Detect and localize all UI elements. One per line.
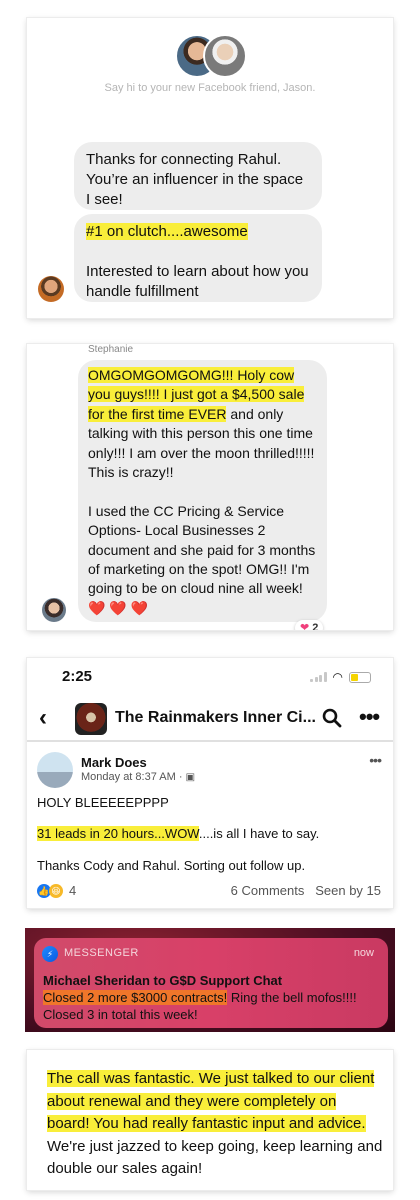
sender-avatar[interactable] <box>42 598 66 622</box>
reaction-count: 4 <box>69 883 77 898</box>
facebook-group-post-card: 2:25 ◠ ‹ The Rainmakers Inner Ci... ••• … <box>27 658 393 908</box>
group-audience-icon: ▣ <box>185 772 196 783</box>
messenger-chat-card-1: Say hi to your new Facebook friend, Jaso… <box>27 18 393 318</box>
notification-body: Closed 2 more $3000 contracts! Ring the … <box>43 989 383 1023</box>
haha-icon: 😆 <box>49 883 63 898</box>
notification-time: now <box>353 947 374 959</box>
post-author[interactable]: Mark Does <box>81 755 147 770</box>
testimonial-rest: We're just jazzed to keep going, keep le… <box>47 1137 383 1178</box>
avatar[interactable] <box>203 34 247 78</box>
seen-by-link[interactable]: Seen by 15 <box>315 883 381 898</box>
avatar[interactable] <box>37 752 73 788</box>
highlighted-text: Closed 2 more $3000 contracts! <box>43 990 228 1005</box>
post-options-icon[interactable]: ••• <box>369 752 382 768</box>
status-time: 2:25 <box>62 668 93 685</box>
group-header: ‹ The Rainmakers Inner Ci... ••• <box>27 702 393 738</box>
messenger-notification-card: ⚡ MESSENGER now Michael Sheridan to G$D … <box>25 928 395 1032</box>
sender-name: Stephanie <box>88 344 134 355</box>
message-bubble[interactable]: OMGOMGOMGOMG!!! Holy cow you guys!!!! I … <box>78 360 327 622</box>
notification-banner[interactable]: ⚡ MESSENGER now Michael Sheridan to G$D … <box>34 938 388 1028</box>
post-timestamp: Monday at 8:37 AM · ▣ <box>81 771 195 783</box>
battery-icon <box>349 671 371 683</box>
messenger-icon: ⚡ <box>42 946 58 962</box>
highlighted-text: #1 on clutch....awesome <box>86 223 248 240</box>
message-text: I used the CC Pricing & Service Options-… <box>88 502 316 616</box>
post-time-text: Monday at 8:37 AM · <box>81 771 186 783</box>
new-friend-caption: Say hi to your new Facebook friend, Jaso… <box>104 82 316 94</box>
post-reactions[interactable]: 👍 😆 4 <box>37 883 76 898</box>
group-name[interactable]: The Rainmakers Inner Ci... <box>115 709 316 727</box>
testimonial-card: The call was fantastic. We just talked t… <box>27 1050 393 1190</box>
sender-avatar[interactable] <box>38 276 64 302</box>
friend-avatars <box>175 34 249 78</box>
post-text-line: HOLY BLEEEEEPPPP <box>37 795 169 810</box>
wifi-icon: ◠ <box>332 670 343 684</box>
messenger-chat-card-2: Stephanie OMGOMGOMGOMG!!! Holy cow you g… <box>27 344 393 630</box>
post-text-line: Thanks Cody and Rahul. Sorting out follo… <box>37 858 306 873</box>
notification-title: Michael Sheridan to G$D Support Chat <box>43 973 283 988</box>
search-icon[interactable] <box>322 708 342 728</box>
status-bar-icons: ◠ <box>310 670 371 684</box>
highlighted-text: The call was fantastic. We just talked t… <box>47 1070 375 1132</box>
testimonial-text: The call was fantastic. We just talked t… <box>47 1068 383 1181</box>
heart-icon: ❤ <box>300 622 310 630</box>
chevron-left-icon[interactable]: ‹ <box>39 704 47 732</box>
post-text: ....is all I have to say. <box>198 826 320 841</box>
reaction-count: 2 <box>312 622 319 630</box>
more-options-icon[interactable]: ••• <box>359 704 380 730</box>
highlighted-text: 31 leads in 20 hours...WOW <box>37 826 199 841</box>
signal-icon <box>310 672 327 682</box>
message-bubble[interactable]: Thanks for connecting Rahul. You’re an i… <box>74 142 322 210</box>
post-stats: 6 Comments Seen by 15 <box>231 883 381 898</box>
message-bubble[interactable]: #1 on clutch....awesome Interested to le… <box>74 214 322 302</box>
divider <box>27 740 393 742</box>
message-text: Interested to learn about how you handle… <box>86 263 309 300</box>
group-icon[interactable] <box>75 703 107 735</box>
post-text-line: 31 leads in 20 hours...WOW....is all I h… <box>37 826 319 841</box>
comments-link[interactable]: 6 Comments <box>231 883 305 898</box>
reaction-badge[interactable]: ❤ 2 <box>295 620 324 630</box>
notification-app-name: MESSENGER <box>64 947 139 959</box>
